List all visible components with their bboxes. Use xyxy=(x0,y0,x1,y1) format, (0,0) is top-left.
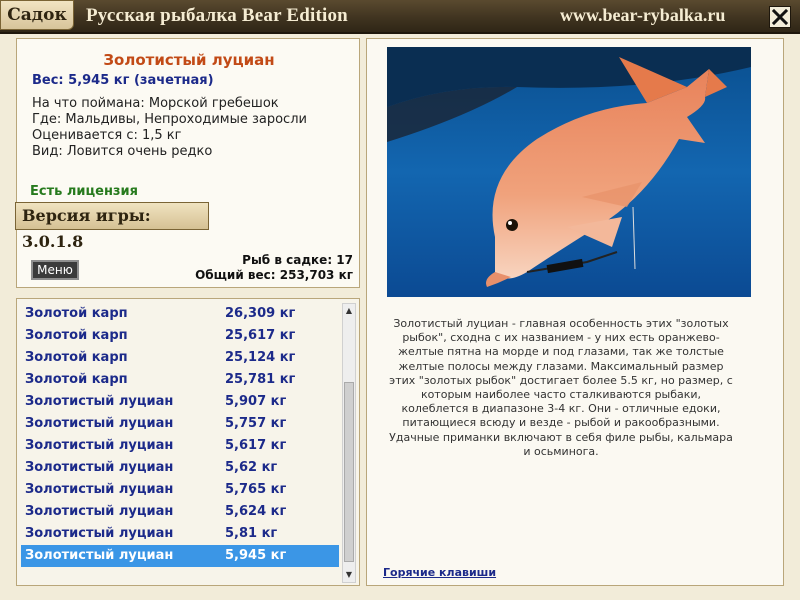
description-line: Золотистый луциан - главная особенность … xyxy=(393,317,729,330)
fish-row-weight: 5,945 кг xyxy=(225,548,287,563)
fish-row-name: Золотистый луциан xyxy=(25,416,174,431)
close-button[interactable] xyxy=(769,6,791,28)
list-item[interactable]: Золотой карп 25,781 кг xyxy=(21,369,339,391)
fish-row-name: Золотистый луциан xyxy=(25,526,174,541)
description-line: которым наиболее часто сталкиваются рыба… xyxy=(420,388,702,402)
fish-description: Золотистый луциан - главная особенность … xyxy=(383,317,739,459)
site-link[interactable]: www.bear-rybalka.ru xyxy=(560,5,725,26)
rarity-info: Вид: Ловится очень редко xyxy=(32,144,213,159)
fish-list-panel: Золотой карп 26,309 кг Золотой карп 25,617 … xyxy=(16,298,360,586)
description-line: рыбок", сходна с их названием - у них ес… xyxy=(402,331,720,345)
fish-count: Рыб в садке: 17 xyxy=(242,253,353,267)
fish-name-title: Золотистый луциан xyxy=(103,51,275,69)
list-item[interactable]: Золотой карп 25,124 кг xyxy=(21,347,339,369)
scroll-up-arrow-icon[interactable]: ▲ xyxy=(343,304,355,318)
title-bar: Садок Русская рыбалка Bear Edition www.b… xyxy=(0,0,800,34)
list-item[interactable]: Золотистый луциан 5,765 кг xyxy=(21,479,339,501)
list-item[interactable]: Золотистый луциан 5,617 кг xyxy=(21,435,339,457)
fish-weight: Вес: 5,945 кг (зачетная) xyxy=(32,73,214,88)
menu-button[interactable]: Меню xyxy=(31,260,79,280)
description-line: желтые полосы между глазами. Максимальны… xyxy=(398,359,724,373)
fish-row-weight: 5,765 кг xyxy=(225,482,287,497)
list-item[interactable]: Золотистый луциан 5,945 кг xyxy=(21,545,339,567)
description-line: Удачные приманки включают в себя филе ры… xyxy=(389,430,733,444)
fish-row-name: Золотой карп xyxy=(25,328,128,343)
close-icon xyxy=(770,7,790,27)
fish-row-name: Золотой карп xyxy=(25,306,128,321)
app-title: Русская рыбалка Bear Edition xyxy=(86,5,348,26)
list-item[interactable]: Золотистый луциан 5,907 кг xyxy=(21,391,339,413)
description-line: питающиеся всюду и везде - рыбой и ракоо… xyxy=(402,416,720,430)
fish-detail-panel: Золотистый луциан - главная особенность … xyxy=(366,38,784,586)
fish-row-name: Золотистый луциан xyxy=(25,438,174,453)
description-line: желтые пятна на морде и под глазами, так… xyxy=(398,345,724,359)
fish-list: Золотой карп 26,309 кг Золотой карп 25,617 … xyxy=(21,303,339,567)
list-item[interactable]: Золотой карп 26,309 кг xyxy=(21,303,339,325)
min-weight-info: Оценивается с: 1,5 кг xyxy=(32,128,182,143)
fish-row-weight: 5,62 кг xyxy=(225,460,278,475)
fish-row-weight: 5,81 кг xyxy=(225,526,278,541)
total-weight: Общий вес: 253,703 кг xyxy=(195,268,353,282)
fish-row-name: Золотистый луциан xyxy=(25,504,174,519)
fish-row-weight: 25,124 кг xyxy=(225,350,296,365)
keepnet-stats: Рыб в садке: 17 Общий вес: 253,703 кг xyxy=(195,253,353,283)
bait-info: На что поймана: Морской гребешок xyxy=(32,96,279,111)
tab-sadok[interactable]: Садок xyxy=(0,0,74,30)
fish-row-weight: 25,617 кг xyxy=(225,328,296,343)
scrollbar-thumb[interactable] xyxy=(344,382,354,562)
list-item[interactable]: Золотистый луциан 5,81 кг xyxy=(21,523,339,545)
fish-row-weight: 5,617 кг xyxy=(225,438,287,453)
description-line: и осьминога. xyxy=(523,444,599,458)
list-item[interactable]: Золотистый луциан 5,757 кг xyxy=(21,413,339,435)
fish-row-weight: 5,624 кг xyxy=(225,504,287,519)
description-line: колеблется в диапазоне 3-4 кг. Они - отл… xyxy=(401,402,721,416)
list-item[interactable]: Золотистый луциан 5,62 кг xyxy=(21,457,339,479)
fish-row-weight: 5,757 кг xyxy=(225,416,287,431)
scroll-down-arrow-icon[interactable]: ▼ xyxy=(343,568,355,582)
list-item[interactable]: Золотой карп 25,617 кг xyxy=(21,325,339,347)
fish-photo xyxy=(387,47,751,297)
hotkeys-link[interactable]: Горячие клавиши xyxy=(383,566,496,579)
description-line: этих "золотых рыбок" достигает более 5.5… xyxy=(389,373,733,387)
fish-row-weight: 26,309 кг xyxy=(225,306,296,321)
fish-info-panel: Золотистый луциан Вес: 5,945 кг (зачетна… xyxy=(15,38,360,288)
fish-row-name: Золотистый луциан xyxy=(25,548,174,563)
game-version: Версия игры: 3.0.1.8 xyxy=(15,202,209,251)
license-status: Есть лицензия xyxy=(30,184,138,199)
location-info: Где: Мальдивы, Непроходимые заросли xyxy=(32,112,307,127)
fish-row-name: Золотистый луциан xyxy=(25,394,174,409)
list-item[interactable]: Золотистый луциан 5,624 кг xyxy=(21,501,339,523)
scrollbar[interactable]: ▲ ▼ xyxy=(342,303,356,583)
fish-row-name: Золотистый луциан xyxy=(25,460,174,475)
fish-row-weight: 25,781 кг xyxy=(225,372,296,387)
fish-row-name: Золотистый луциан xyxy=(25,482,174,497)
fish-row-name: Золотой карп xyxy=(25,350,128,365)
fish-row-name: Золотой карп xyxy=(25,372,128,387)
fish-row-weight: 5,907 кг xyxy=(225,394,287,409)
